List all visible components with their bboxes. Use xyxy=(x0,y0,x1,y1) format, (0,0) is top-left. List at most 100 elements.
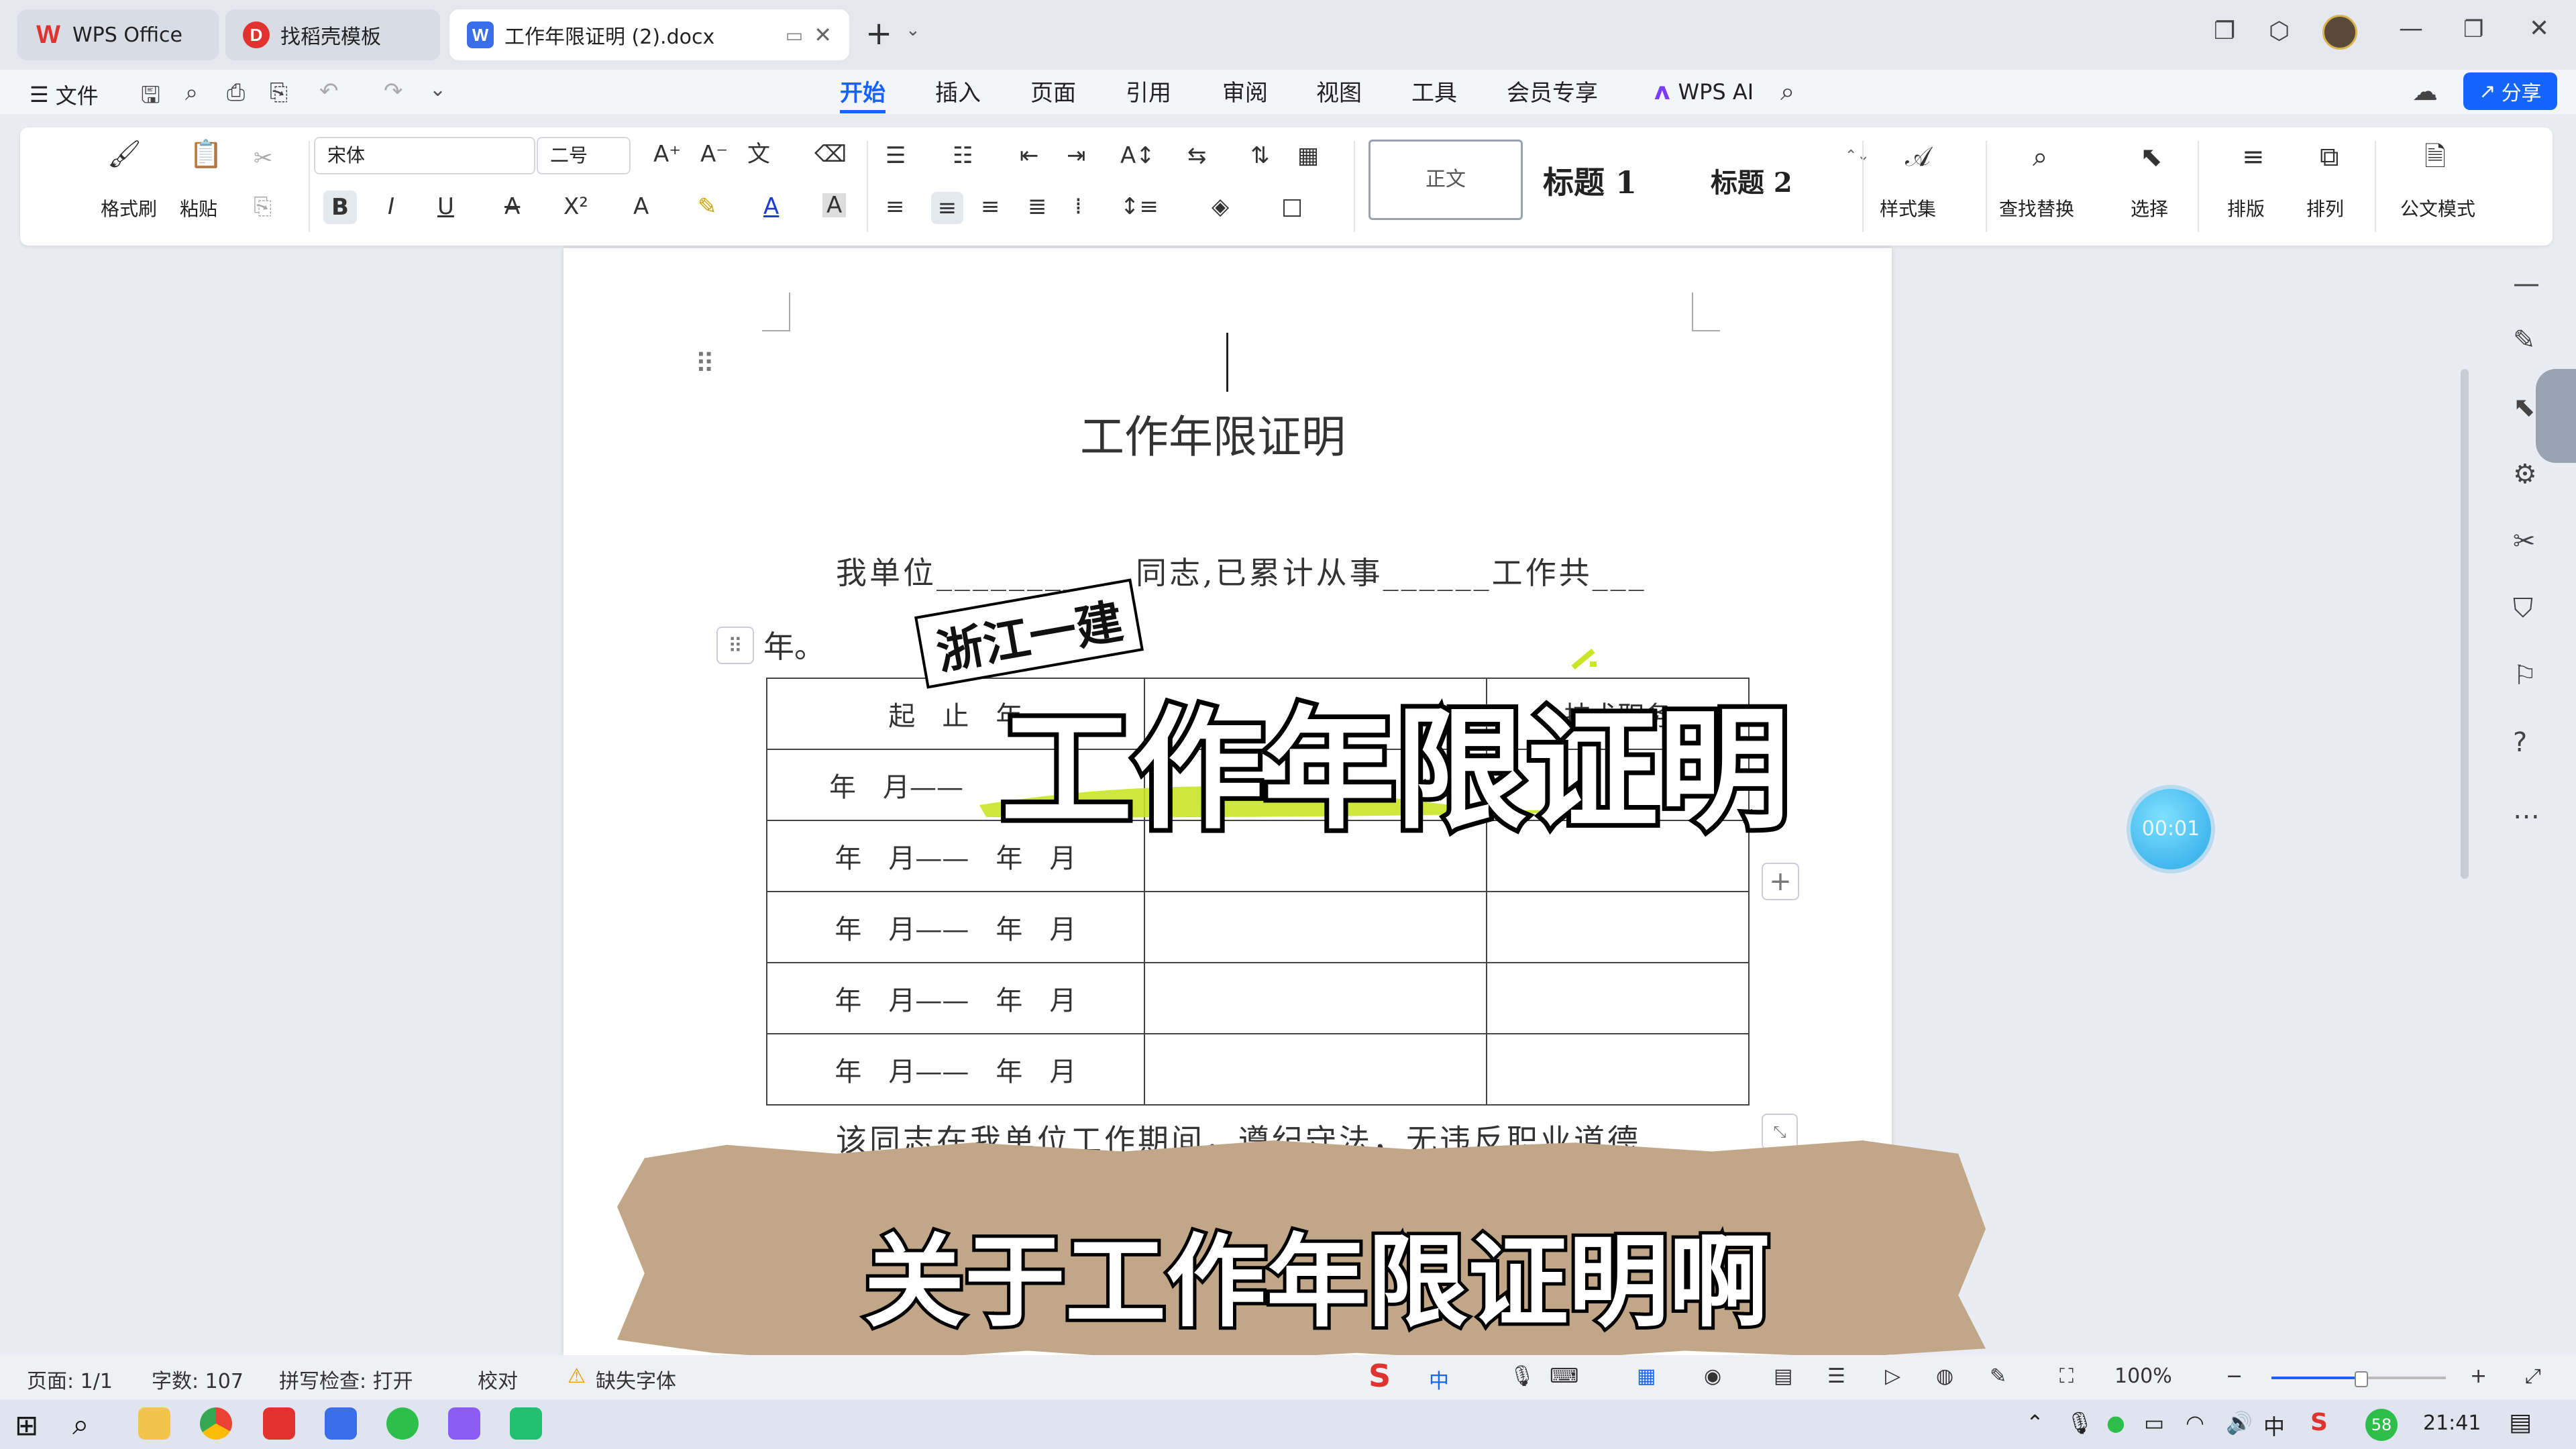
tab-view[interactable]: 视图 xyxy=(1316,76,1362,110)
web-view-icon[interactable]: ◍ xyxy=(1936,1364,1953,1388)
outline-icon[interactable]: ☰ xyxy=(1827,1364,1845,1388)
more-quick-icon[interactable]: ⌄ xyxy=(429,78,446,101)
fullscreen-icon[interactable]: ⤢ xyxy=(2525,1364,2541,1388)
style-heading1[interactable]: 标题 1 xyxy=(1543,158,1637,203)
restore-icon[interactable]: ❐ xyxy=(2463,16,2483,43)
ime-mode-icon[interactable]: 中 xyxy=(1429,1364,1449,1394)
keyboard-icon[interactable]: ⌨ xyxy=(1550,1364,1578,1388)
tab-page[interactable]: 页面 xyxy=(1030,76,1076,110)
font-size-select[interactable]: 二号 xyxy=(537,137,631,174)
wps-taskbar-icon[interactable] xyxy=(263,1407,295,1440)
highlight-icon[interactable]: ✎ xyxy=(698,195,717,219)
table-cell[interactable] xyxy=(1143,1033,1488,1106)
style-set-label[interactable]: 样式集 xyxy=(1880,195,1936,221)
tab-insert[interactable]: 插入 xyxy=(935,76,981,110)
format-painter-label[interactable]: 格式刷 xyxy=(101,195,157,221)
file-menu[interactable]: ☰ 文件 xyxy=(30,79,99,110)
fit-screen-icon[interactable]: ⛶ xyxy=(2059,1364,2074,1388)
undo-icon[interactable]: ↶ xyxy=(319,78,339,105)
notification-badge[interactable]: 58 xyxy=(2365,1409,2398,1441)
avatar[interactable] xyxy=(2322,15,2357,50)
recording-timer[interactable]: 00:01 xyxy=(2131,789,2211,869)
search-icon[interactable]: ⌕ xyxy=(72,1407,89,1442)
file-explorer-icon[interactable] xyxy=(138,1407,170,1440)
copy-icon[interactable]: ⎘ xyxy=(254,195,272,219)
bold-icon[interactable]: B xyxy=(323,191,357,224)
decrease-indent-icon[interactable]: ⇤ xyxy=(1020,144,1039,168)
save-icon[interactable]: 🖫 xyxy=(141,79,160,117)
action-center-icon[interactable]: ▤ xyxy=(2509,1409,2532,1436)
side-panel-toggle[interactable] xyxy=(2536,369,2576,463)
phonetic-icon[interactable]: 文 xyxy=(747,142,770,166)
shield-icon[interactable]: ⛉ xyxy=(2513,593,2533,624)
table-cell[interactable] xyxy=(1486,891,1750,963)
eye-icon[interactable]: ◉ xyxy=(1704,1364,1721,1388)
tab-home[interactable]: 开始 xyxy=(840,76,885,113)
monitor-icon[interactable]: ▭ xyxy=(786,24,803,46)
zoom-out-icon[interactable]: − xyxy=(2226,1364,2243,1388)
play-icon[interactable]: ▷ xyxy=(1885,1364,1900,1388)
table-cell[interactable] xyxy=(1486,962,1750,1034)
line-spacing-icon[interactable]: ↕≡ xyxy=(1120,195,1159,219)
adjust-icon[interactable]: ⚙ xyxy=(2513,459,2537,490)
apps-grid-icon[interactable]: ▦ xyxy=(1637,1364,1656,1388)
minimize-icon[interactable]: — xyxy=(2399,15,2423,42)
font-shrink-icon[interactable]: A⁻ xyxy=(700,142,728,166)
align-center-icon[interactable]: ≡ xyxy=(931,192,963,224)
pen-icon[interactable]: ✎ xyxy=(2513,325,2536,356)
zoom-level[interactable]: 100% xyxy=(2114,1364,2172,1388)
border-icon[interactable]: □ xyxy=(1281,195,1303,219)
mic-tray-icon[interactable]: 🎙 xyxy=(2066,1410,2094,1436)
select-cursor-icon[interactable]: ⬉ xyxy=(2140,144,2163,170)
cut-icon[interactable]: ✂ xyxy=(254,146,273,170)
shading-icon[interactable]: ◈ xyxy=(1212,195,1229,219)
paste-icon[interactable]: 📋 xyxy=(189,141,223,168)
table-cell[interactable] xyxy=(1486,1033,1750,1106)
tab-document[interactable]: W 工作年限证明 (2).docx ▭ ✕ xyxy=(449,9,849,60)
table-cell[interactable] xyxy=(1143,891,1488,963)
windows-start-icon[interactable]: ⊞ xyxy=(15,1409,38,1442)
ime-indicator[interactable]: 中 xyxy=(2263,1410,2285,1441)
sogou-tray-icon[interactable]: S xyxy=(2310,1409,2328,1436)
close-tab-icon[interactable]: ✕ xyxy=(814,22,832,48)
clock[interactable]: 21:41 xyxy=(2423,1411,2481,1435)
official-doc-icon[interactable]: 🗎 xyxy=(2424,144,2446,170)
window-list-icon[interactable]: ❐ xyxy=(2214,17,2235,45)
superscript-icon[interactable]: X² xyxy=(564,195,588,219)
battery-icon[interactable]: ▭ xyxy=(2144,1410,2164,1436)
paste-label[interactable]: 粘贴 xyxy=(180,195,217,221)
more-icon[interactable]: … xyxy=(2513,794,2540,825)
table-cell[interactable]: 年 月—— 年 月 xyxy=(766,891,1145,963)
word-count[interactable]: 字数: 107 xyxy=(152,1364,244,1394)
tray-up-icon[interactable]: ⌃ xyxy=(2026,1410,2044,1436)
tools-icon[interactable]: ✂ xyxy=(2513,526,2536,557)
numbered-list-icon[interactable]: ☷ xyxy=(953,144,973,168)
table-handle-icon[interactable]: ⠿ xyxy=(716,627,754,664)
select-label[interactable]: 选择 xyxy=(2131,195,2168,221)
typeset-icon[interactable]: ≡ xyxy=(2242,144,2265,170)
spell-check[interactable]: 拼写检查: 打开 xyxy=(279,1364,413,1394)
font-name-select[interactable]: 宋体 xyxy=(314,137,535,174)
arrange-label[interactable]: 排列 xyxy=(2306,195,2344,221)
chrome-icon[interactable] xyxy=(200,1407,232,1440)
style-heading2[interactable]: 标题 2 xyxy=(1711,161,1792,200)
find-replace-icon[interactable]: ⌕ xyxy=(2033,144,2047,170)
line-wrap-icon[interactable]: ⇆ xyxy=(1187,144,1207,168)
print-preview-icon[interactable]: ⎘ xyxy=(270,79,288,106)
redo-icon[interactable]: ↷ xyxy=(384,78,403,105)
style-normal[interactable]: 正文 xyxy=(1368,140,1523,220)
font-grow-icon[interactable]: A⁺ xyxy=(653,142,681,166)
wps-ai-button[interactable]: ʌ WPS AI xyxy=(1654,78,1754,105)
table-cell[interactable]: 年 月—— 年 月 xyxy=(766,962,1145,1034)
page-count[interactable]: 页面: 1/1 xyxy=(27,1364,113,1394)
increase-indent-icon[interactable]: ⇥ xyxy=(1067,144,1086,168)
mic-icon[interactable]: 🎙 xyxy=(1509,1364,1535,1388)
cloud-upload-icon[interactable]: ☁ xyxy=(2412,76,2438,106)
drag-handle-icon[interactable]: ⠿ xyxy=(695,349,714,380)
cursor-icon[interactable]: ⬉ xyxy=(2513,392,2536,423)
proofread[interactable]: 校对 xyxy=(478,1364,518,1394)
shirt-icon[interactable]: ⚐ xyxy=(2513,660,2537,691)
wechat-icon[interactable] xyxy=(386,1407,419,1440)
tab-member[interactable]: 会员专享 xyxy=(1507,76,1598,110)
cube-icon[interactable]: ⬡ xyxy=(2269,17,2290,45)
